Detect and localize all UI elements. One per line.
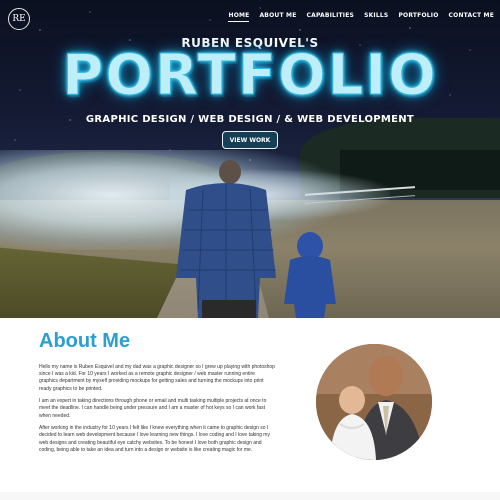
about-text: Hello my name is Ruben Esquivel and my d… bbox=[39, 364, 275, 459]
about-paragraph-1: Hello my name is Ruben Esquivel and my d… bbox=[39, 364, 275, 392]
about-title: About Me bbox=[39, 330, 131, 352]
hero-tagline: GRAPHIC DESIGN / WEB DESIGN / & WEB DEVE… bbox=[85, 114, 415, 125]
view-work-button[interactable]: VIEW WORK bbox=[222, 131, 278, 149]
profile-photo bbox=[316, 344, 432, 460]
main-nav: HOME ABOUT ME CAPABILITIES SKILLS PORTFO… bbox=[228, 12, 494, 22]
nav-item-capabilities[interactable]: CAPABILITIES bbox=[307, 12, 355, 22]
hero-title: PORTFOLIO bbox=[62, 43, 438, 108]
page-bottom-strip bbox=[0, 492, 500, 500]
about-paragraph-2: I am an expert in taking directions thro… bbox=[39, 398, 267, 419]
about-paragraph-3: After working in the industry for 10 yea… bbox=[39, 425, 270, 453]
nav-item-contact-me[interactable]: CONTACT ME bbox=[449, 12, 494, 22]
boy-figure bbox=[284, 232, 336, 318]
nav-item-skills[interactable]: SKILLS bbox=[364, 12, 388, 22]
profile-photo-illustration bbox=[316, 344, 432, 460]
nav-item-about-me[interactable]: ABOUT ME bbox=[259, 12, 296, 22]
logo-text: RE bbox=[12, 14, 26, 24]
logo[interactable]: RE bbox=[8, 8, 30, 30]
nav-item-home[interactable]: HOME bbox=[228, 12, 250, 22]
view-work-label: VIEW WORK bbox=[229, 136, 271, 144]
man-figure bbox=[176, 160, 276, 318]
nav-item-portfolio[interactable]: PORTFOLIO bbox=[398, 12, 438, 22]
